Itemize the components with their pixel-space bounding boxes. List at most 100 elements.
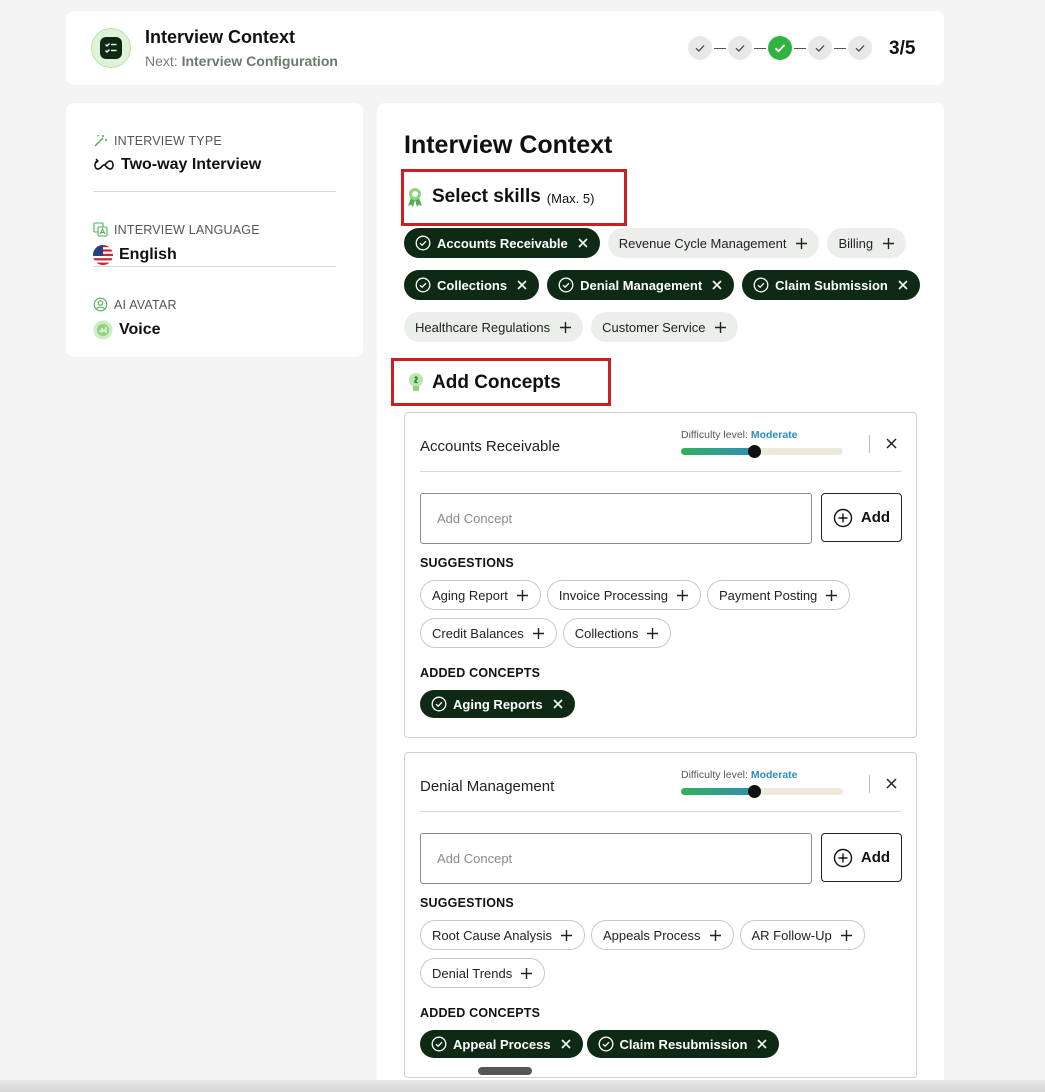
ai-avatar-label: AI AVATAR [114,297,177,312]
added-concepts-list: Aging Reports [420,690,575,718]
plus-circle-icon [833,508,853,528]
ai-avatar-value: Voice [119,321,161,338]
suggestions-list: Aging Report Invoice Processing Payment Po… [420,580,900,656]
add-concept-input[interactable] [420,493,812,544]
interview-context-panel: Interview Context Select skills (Max. 5)… [377,103,944,1092]
bottom-edge [0,1080,1045,1092]
close-icon[interactable] [885,777,898,790]
step-5 [848,36,872,60]
skill-chips: Accounts Receivable Revenue Cycle Managem… [404,228,924,354]
suggestion-row: Denial Trends [420,958,900,988]
check-circle-icon [598,1036,614,1052]
skill-chip[interactable]: Collections [404,270,540,300]
step-3 [768,36,792,60]
check-circle-icon [431,696,447,712]
remove-icon[interactable] [560,1038,572,1050]
check-icon [734,42,746,54]
add-icon[interactable] [560,929,573,942]
select-skills-title: Select skills [432,186,541,207]
add-icon[interactable] [882,237,895,250]
add-concept-button[interactable]: Add [821,833,902,882]
add-icon[interactable] [532,627,545,640]
check-circle-icon [415,235,431,251]
add-button-label: Add [860,849,891,866]
suggestion-label: Denial Trends [432,965,513,981]
suggestion-label: AR Follow-Up [751,927,832,943]
check-icon [773,41,787,55]
add-icon[interactable] [520,967,533,980]
difficulty-label: Difficulty level: Moderate [681,769,798,781]
suggestion-chip[interactable]: Appeals Process [590,920,734,950]
avatar-icon [93,297,108,312]
remove-icon[interactable] [711,279,723,291]
suggestion-chip[interactable]: Denial Trends [420,958,546,988]
add-button-label: Add [860,509,891,526]
added-concept-label: Appeal Process [453,1036,551,1052]
difficulty-label-text: Difficulty level: [681,429,748,441]
skill-chip-label: Denial Management [580,277,703,293]
suggestion-chip[interactable]: Collections [562,618,672,648]
concept-card-title: Denial Management [420,778,555,795]
add-icon[interactable] [646,627,659,640]
suggestion-chip[interactable]: Invoice Processing [546,580,702,610]
suggestion-chip[interactable]: Aging Report [420,580,541,610]
difficulty-slider[interactable] [681,785,843,798]
skill-chip[interactable]: Revenue Cycle Management [607,228,820,258]
remove-icon[interactable] [897,279,909,291]
add-icon[interactable] [840,929,853,942]
add-concept-input[interactable] [420,833,812,884]
step-connector [714,47,726,49]
skill-chip[interactable]: Claim Submission [742,270,920,300]
remove-icon[interactable] [756,1038,768,1050]
step-4 [808,36,832,60]
add-concept-button[interactable]: Add [821,493,902,542]
interview-type-label: INTERVIEW TYPE [114,133,222,148]
divider [420,471,901,472]
skill-chip[interactable]: Billing [827,228,907,258]
add-icon[interactable] [559,321,572,334]
remove-icon[interactable] [577,237,589,249]
add-icon[interactable] [714,321,727,334]
remove-icon[interactable] [516,279,528,291]
skill-chip[interactable]: Accounts Receivable [404,228,600,258]
skill-chip[interactable]: Healthcare Regulations [404,312,584,342]
suggestion-label: Invoice Processing [558,587,669,603]
award-ribbon-icon [404,186,426,208]
difficulty-slider-fill [681,788,754,795]
skill-chip[interactable]: Denial Management [547,270,735,300]
remove-icon[interactable] [552,698,564,710]
add-icon[interactable] [709,929,722,942]
suggestion-row: Credit Balances Collections [420,618,900,648]
suggestion-chip[interactable]: Credit Balances [420,618,557,648]
difficulty-slider-thumb[interactable] [747,445,761,458]
next-prefix: Next: [145,53,178,69]
skill-chip-label: Billing [838,235,874,251]
added-concept-chip[interactable]: Aging Reports [420,690,575,718]
skill-chip-row: Healthcare Regulations Customer Service [404,312,924,342]
add-icon[interactable] [676,589,689,602]
concept-card: Accounts Receivable Difficulty level: Mod… [404,412,917,738]
difficulty-value: Moderate [750,769,798,781]
check-circle-icon [415,277,431,293]
ai-avatar-section: AI AVATAR Voice [93,267,336,342]
suggestion-chip[interactable]: Root Cause Analysis [420,920,585,950]
added-concept-label: Claim Resubmission [619,1036,748,1052]
suggestion-label: Appeals Process [602,927,701,943]
step-2 [728,36,752,60]
added-concept-chip[interactable]: Claim Resubmission [586,1030,780,1058]
close-icon[interactable] [885,437,898,450]
added-concept-chip[interactable]: Appeal Process [420,1030,583,1058]
skill-chip[interactable]: Customer Service [591,312,739,342]
add-icon[interactable] [516,589,529,602]
check-icon [854,42,866,54]
divider [869,435,870,453]
difficulty-slider-thumb[interactable] [747,785,761,798]
add-icon[interactable] [825,589,838,602]
plus-circle-icon [833,848,853,868]
difficulty-slider[interactable] [681,445,843,458]
step-1 [688,36,712,60]
scrollbar-thumb[interactable] [478,1067,532,1075]
suggestion-chip[interactable]: Payment Posting [707,580,851,610]
suggestion-chip[interactable]: AR Follow-Up [739,920,865,950]
add-icon[interactable] [795,237,808,250]
